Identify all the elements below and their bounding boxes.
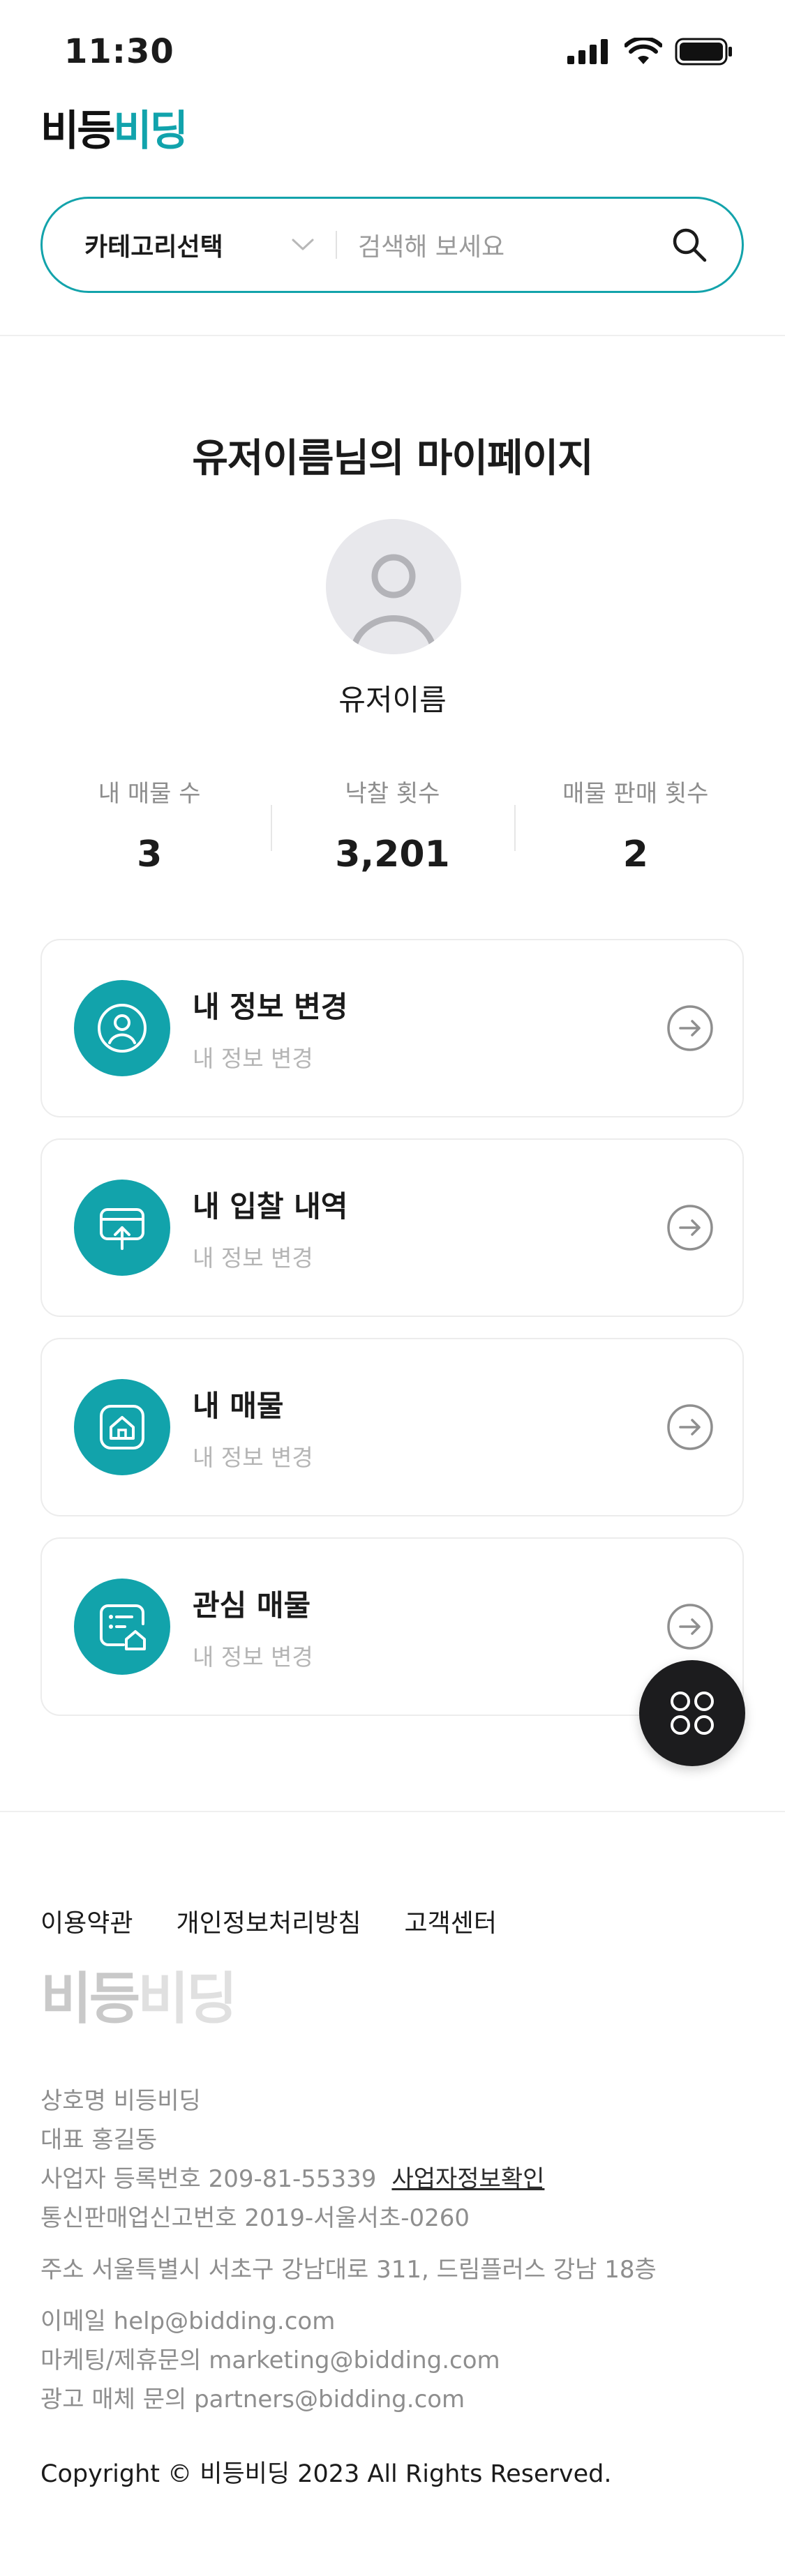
footer-ecommerce: 통신판매업신고번호 2019-서울서초-0260 xyxy=(40,2204,470,2232)
footer-logo: 비등비딩 xyxy=(40,1971,237,2027)
avatar-person-icon xyxy=(352,554,435,647)
cellular-signal-icon xyxy=(567,39,608,64)
menu-card-bid-history[interactable]: 내 입찰 내역 내 정보 변경 xyxy=(40,1138,744,1317)
menu-icon-circle xyxy=(74,1379,170,1475)
header-divider xyxy=(0,335,785,336)
footer-link-privacy[interactable]: 개인정보처리방침 xyxy=(176,1903,361,1939)
search-input[interactable]: 검색해 보세요 xyxy=(337,227,658,263)
stat-label: 낙찰 횟수 xyxy=(345,780,440,808)
logo-part1: 비등 xyxy=(40,107,115,156)
footer-ads: 광고 매체 문의 partners@bidding.com xyxy=(40,2386,465,2413)
footer-biz-reg-number: 사업자 등록번호 209-81-55339 xyxy=(40,2165,377,2193)
stat-my-listings: 내 매물 수 3 xyxy=(28,774,271,875)
menu-subtitle: 내 정보 변경 xyxy=(193,1643,313,1671)
logo-part2: 비딩 xyxy=(113,107,188,156)
footer-divider xyxy=(0,1811,785,1812)
page-title: 유저이름님의 마이페이지 xyxy=(192,436,593,481)
footer-logo-part1: 비등 xyxy=(40,1966,140,2031)
footer-links: 이용약관 개인정보처리방침 고객센터 xyxy=(40,1903,497,1939)
menu-title: 관심 매물 xyxy=(193,1588,311,1622)
arrow-right-circle-icon xyxy=(667,1604,713,1650)
menu-icon-circle xyxy=(74,1579,170,1675)
stat-value: 3 xyxy=(137,834,163,875)
user-icon xyxy=(98,1004,147,1053)
footer-biz-info-link[interactable]: 사업자정보확인 xyxy=(391,2165,544,2193)
arrow-right-circle-icon xyxy=(667,1005,713,1051)
menu-title: 내 입찰 내역 xyxy=(193,1189,348,1223)
avatar[interactable] xyxy=(326,519,461,654)
footer-link-terms[interactable]: 이용약관 xyxy=(40,1903,133,1939)
arrow-right-circle-icon xyxy=(667,1205,713,1251)
stat-value: 2 xyxy=(622,834,648,875)
footer-biz-reg: 사업자 등록번호 209-81-55339 사업자정보확인 xyxy=(40,2160,544,2194)
footer-address: 주소 서울특별시 서초구 강남대로 311, 드림플러스 강남 18층 xyxy=(40,2256,657,2284)
battery-icon xyxy=(675,38,732,66)
status-bar: 11:30 xyxy=(0,0,785,105)
grid-menu-icon xyxy=(671,1692,714,1735)
footer-link-support[interactable]: 고객센터 xyxy=(404,1903,496,1939)
menu-card-edit-profile[interactable]: 내 정보 변경 내 정보 변경 xyxy=(40,939,744,1117)
menu-subtitle: 내 정보 변경 xyxy=(193,1244,313,1272)
status-time: 11:30 xyxy=(64,32,174,71)
stats-row: 내 매물 수 3 낙찰 횟수 3,201 매물 판매 횟수 2 xyxy=(28,774,757,875)
category-select-label: 카테고리선택 xyxy=(84,233,223,262)
chevron-down-icon xyxy=(292,239,314,250)
stat-value: 3,201 xyxy=(335,834,450,875)
favorite-property-icon xyxy=(100,1604,146,1650)
menu-card-my-listings[interactable]: 내 매물 내 정보 변경 xyxy=(40,1338,744,1516)
username: 유저이름 xyxy=(338,683,447,717)
menu-title: 내 매물 xyxy=(193,1388,284,1423)
menu-title: 내 정보 변경 xyxy=(193,989,348,1024)
menu-icon-circle xyxy=(74,1180,170,1276)
stat-winning-bids: 낙찰 횟수 3,201 xyxy=(271,774,514,875)
wifi-icon xyxy=(625,38,662,64)
search-bar: 카테고리선택 검색해 보세요 xyxy=(40,197,744,293)
search-icon xyxy=(673,228,707,262)
house-icon xyxy=(100,1405,144,1449)
app-logo[interactable]: 비등비딩 xyxy=(40,110,188,152)
category-select[interactable]: 카테고리선택 xyxy=(43,227,336,263)
menu-icon-circle xyxy=(74,980,170,1076)
footer-copyright: Copyright © 비등비딩 2023 All Rights Reserve… xyxy=(40,2460,612,2488)
menu-card-favorite-listings[interactable]: 관심 매물 내 정보 변경 xyxy=(40,1537,744,1716)
footer-ceo: 대표 홍길동 xyxy=(40,2126,158,2154)
menu-subtitle: 내 정보 변경 xyxy=(193,1443,313,1471)
stat-label: 내 매물 수 xyxy=(98,780,201,808)
footer-logo-part2: 비딩 xyxy=(137,1966,237,2031)
floating-menu-button[interactable] xyxy=(639,1660,745,1766)
search-button[interactable] xyxy=(658,213,721,276)
menu-subtitle: 내 정보 변경 xyxy=(193,1044,313,1072)
stat-sales: 매물 판매 횟수 2 xyxy=(514,774,757,875)
footer-email: 이메일 help@bidding.com xyxy=(40,2307,336,2335)
status-icons xyxy=(567,38,733,66)
arrow-right-circle-icon xyxy=(667,1404,713,1450)
footer-company: 상호명 비등비딩 xyxy=(40,2087,201,2115)
stat-label: 매물 판매 횟수 xyxy=(562,780,709,808)
bid-upload-icon xyxy=(100,1208,144,1250)
footer-marketing: 마케팅/제휴문의 marketing@bidding.com xyxy=(40,2347,500,2374)
